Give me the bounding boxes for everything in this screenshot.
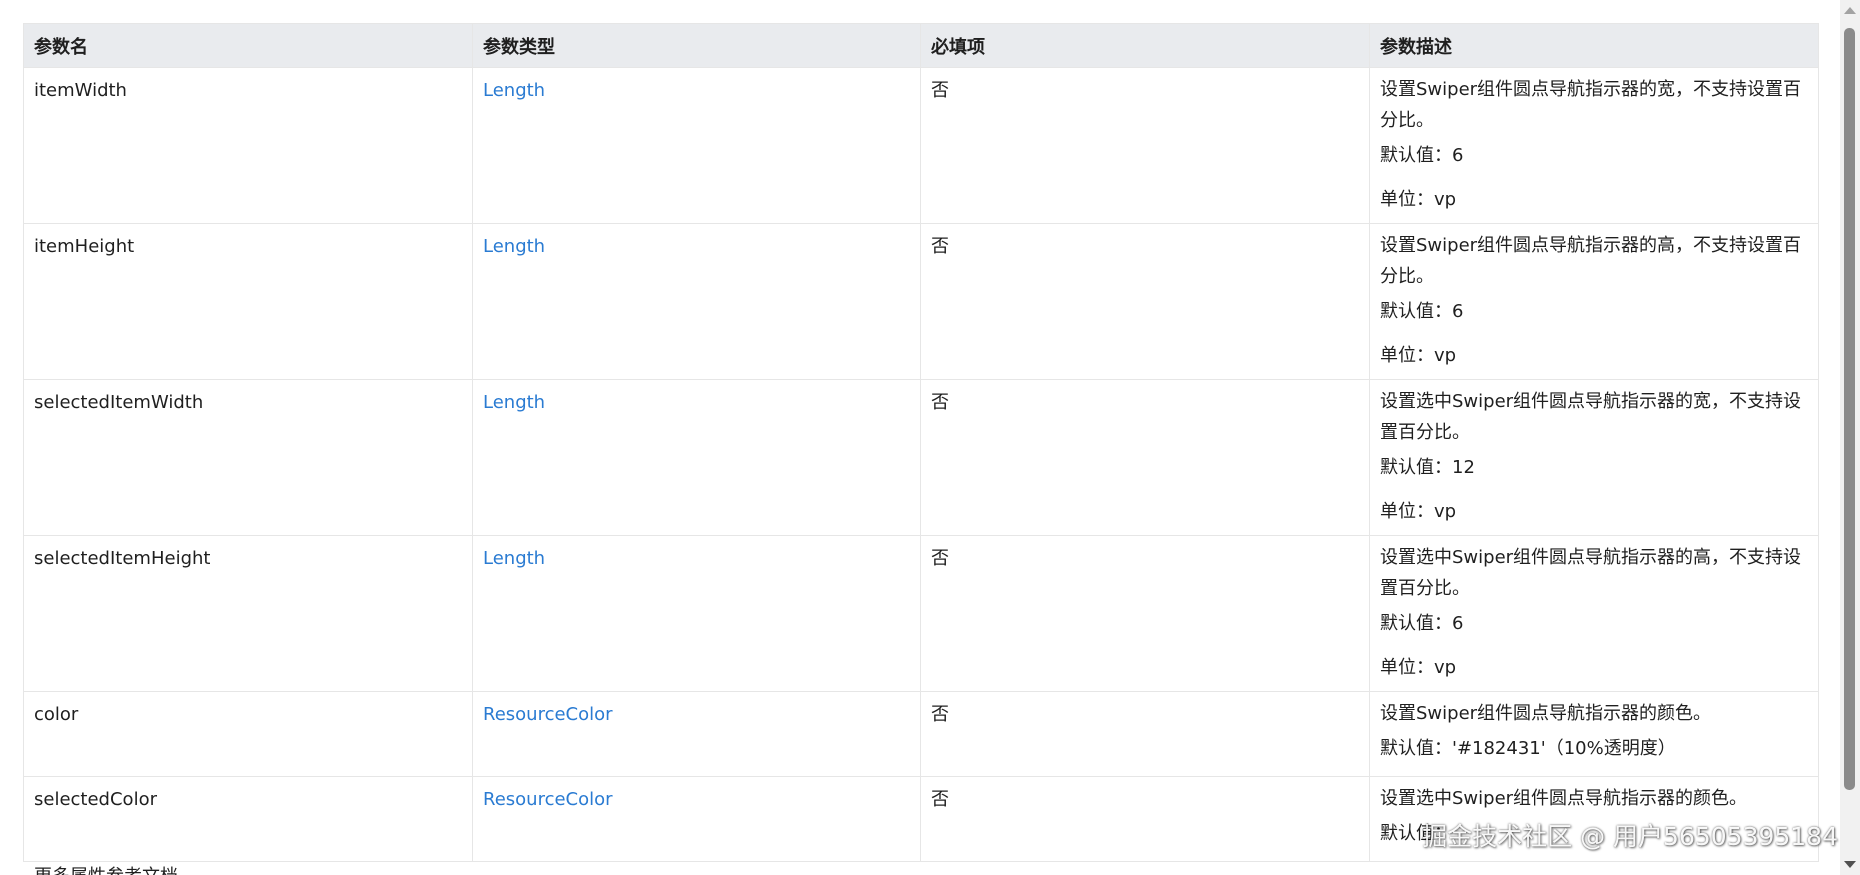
- required-value: 否: [920, 379, 1370, 536]
- type-link[interactable]: Length: [483, 548, 545, 569]
- table-row: selectedColor ResourceColor 否 设置选中Swiper…: [23, 776, 1819, 862]
- param-name: itemHeight: [23, 223, 473, 380]
- required-value: 否: [920, 223, 1370, 380]
- default-value: 默认值：6: [1380, 613, 1464, 634]
- param-name: selectedItemHeight: [23, 535, 473, 692]
- type-link[interactable]: Length: [483, 80, 545, 101]
- unit-value: 单位：vp: [1380, 501, 1457, 522]
- more-properties-text: 更多属性参考文档: [34, 862, 178, 875]
- param-name: itemWidth: [23, 67, 473, 224]
- type-link[interactable]: ResourceColor: [483, 704, 613, 725]
- type-link[interactable]: ResourceColor: [483, 789, 613, 810]
- description-text: 设置Swiper组件圆点导航指示器的高，不支持设置百分比。: [1380, 235, 1802, 287]
- scroll-down-arrow-icon[interactable]: [1844, 861, 1856, 868]
- table-row: color ResourceColor 否 设置Swiper组件圆点导航指示器的…: [23, 691, 1819, 777]
- unit-value: 单位：vp: [1380, 345, 1457, 366]
- table-row: selectedItemWidth Length 否 设置选中Swiper组件圆…: [23, 379, 1819, 536]
- required-value: 否: [920, 691, 1370, 777]
- required-value: 否: [920, 535, 1370, 692]
- default-value: 默认值：'#182431'（10%透明度）: [1380, 738, 1676, 759]
- doc-page: 参数名 参数类型 必填项 参数描述 itemWidth Length 否 设置S…: [0, 0, 1840, 875]
- description-text: 设置选中Swiper组件圆点导航指示器的宽，不支持设置百分比。: [1380, 391, 1802, 443]
- table-header-row: 参数名 参数类型 必填项 参数描述: [23, 23, 1819, 68]
- param-name: color: [23, 691, 473, 777]
- required-value: 否: [920, 776, 1370, 862]
- param-name: selectedItemWidth: [23, 379, 473, 536]
- default-value: 默认值：6: [1380, 145, 1464, 166]
- header-param-name: 参数名: [23, 23, 473, 68]
- description-text: 设置Swiper组件圆点导航指示器的颜色。: [1380, 703, 1712, 724]
- param-description: 设置Swiper组件圆点导航指示器的宽，不支持设置百分比。 默认值：6 单位：v…: [1369, 67, 1819, 224]
- description-text: 设置选中Swiper组件圆点导航指示器的颜色。: [1380, 788, 1748, 809]
- vertical-scrollbar[interactable]: [1840, 0, 1860, 875]
- header-param-type: 参数类型: [472, 23, 921, 68]
- scroll-up-arrow-icon[interactable]: [1844, 7, 1856, 14]
- param-description: 设置选中Swiper组件圆点导航指示器的颜色。 默认值：: [1369, 776, 1819, 862]
- default-value: 默认值：: [1380, 823, 1452, 844]
- param-description: 设置选中Swiper组件圆点导航指示器的宽，不支持设置百分比。 默认值：12 单…: [1369, 379, 1819, 536]
- default-value: 默认值：6: [1380, 301, 1464, 322]
- header-required: 必填项: [920, 23, 1370, 68]
- params-table: 参数名 参数类型 必填项 参数描述 itemWidth Length 否 设置S…: [23, 23, 1819, 862]
- table-row: itemWidth Length 否 设置Swiper组件圆点导航指示器的宽，不…: [23, 67, 1819, 224]
- param-description: 设置选中Swiper组件圆点导航指示器的高，不支持设置百分比。 默认值：6 单位…: [1369, 535, 1819, 692]
- description-text: 设置Swiper组件圆点导航指示器的宽，不支持设置百分比。: [1380, 79, 1802, 131]
- default-value: 默认值：12: [1380, 457, 1475, 478]
- param-description: 设置Swiper组件圆点导航指示器的高，不支持设置百分比。 默认值：6 单位：v…: [1369, 223, 1819, 380]
- required-value: 否: [920, 67, 1370, 224]
- table-row: itemHeight Length 否 设置Swiper组件圆点导航指示器的高，…: [23, 223, 1819, 380]
- param-name: selectedColor: [23, 776, 473, 862]
- type-link[interactable]: Length: [483, 392, 545, 413]
- param-description: 设置Swiper组件圆点导航指示器的颜色。 默认值：'#182431'（10%透…: [1369, 691, 1819, 777]
- table-row: selectedItemHeight Length 否 设置选中Swiper组件…: [23, 535, 1819, 692]
- scrollbar-thumb[interactable]: [1844, 28, 1855, 790]
- header-description: 参数描述: [1369, 23, 1819, 68]
- type-link[interactable]: Length: [483, 236, 545, 257]
- unit-value: 单位：vp: [1380, 657, 1457, 678]
- description-text: 设置选中Swiper组件圆点导航指示器的高，不支持设置百分比。: [1380, 547, 1802, 599]
- unit-value: 单位：vp: [1380, 189, 1457, 210]
